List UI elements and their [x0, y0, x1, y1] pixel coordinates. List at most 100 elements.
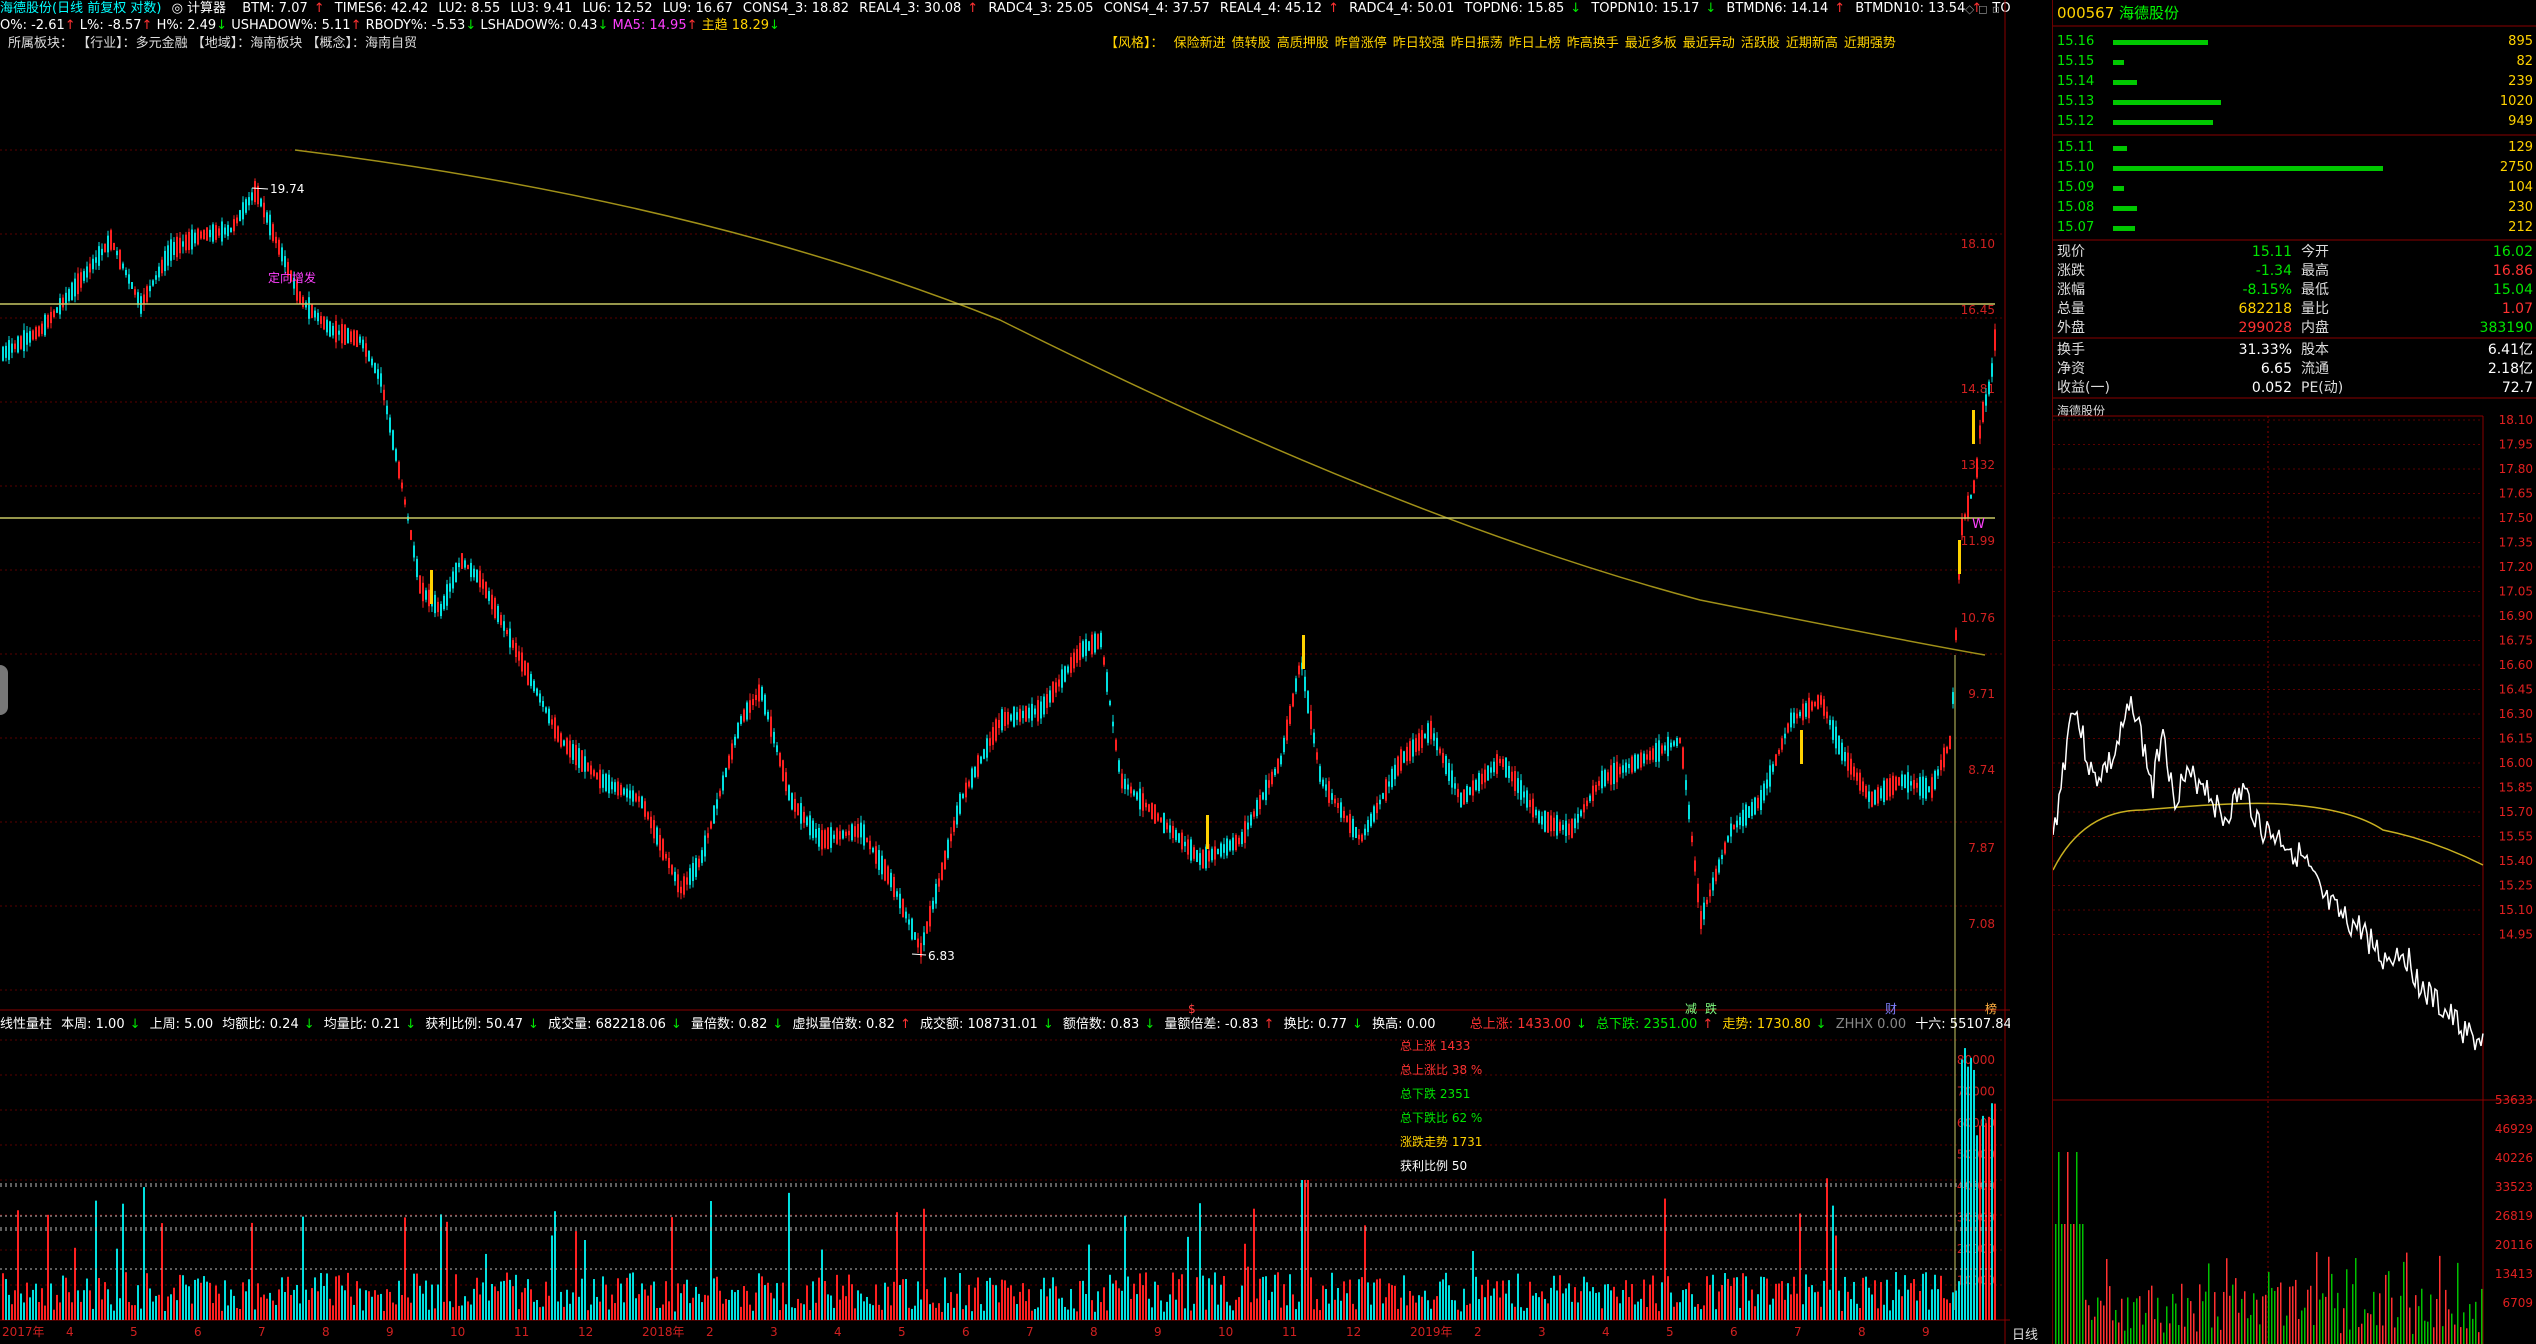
- volume-bar: [35, 1283, 37, 1320]
- candle-body: [776, 745, 778, 753]
- candle-body: [215, 225, 217, 240]
- candle-body: [1136, 792, 1138, 800]
- volume-bar: [1637, 1301, 1639, 1320]
- candle-body: [1856, 772, 1858, 781]
- volume-bar: [1106, 1310, 1108, 1320]
- candle-body: [1385, 779, 1387, 801]
- candle-body: [1787, 723, 1789, 733]
- volume-bar: [1337, 1288, 1339, 1320]
- candle-body: [1286, 719, 1288, 741]
- volume-bar: [1301, 1180, 1303, 1320]
- candle-body: [1097, 634, 1099, 649]
- candle-body: [398, 461, 400, 479]
- candle-body: [635, 793, 637, 802]
- candle-body: [149, 285, 151, 292]
- volume-bar: [1370, 1304, 1372, 1320]
- candle-body: [158, 266, 160, 278]
- x-tick: 4: [66, 1325, 74, 1339]
- candle-body: [1988, 381, 1990, 395]
- volume-bar: [983, 1310, 985, 1320]
- volume-bar: [257, 1283, 259, 1320]
- candle-body: [101, 248, 103, 256]
- candle-body: [632, 790, 634, 802]
- candle-body: [974, 766, 976, 778]
- candle-body: [716, 799, 718, 809]
- volume-bar: [773, 1298, 775, 1320]
- volume-bar: [1706, 1276, 1708, 1320]
- mini-volume-bar: [2076, 1152, 2078, 1344]
- placement-annotation: 定向增发: [268, 270, 316, 285]
- candle-body: [1043, 696, 1045, 715]
- volume-bar: [794, 1308, 796, 1320]
- volume-bar: [992, 1284, 994, 1320]
- candle-body: [335, 321, 337, 343]
- candle-body: [968, 781, 970, 787]
- candle-body: [626, 788, 628, 798]
- volume-bar: [581, 1278, 583, 1320]
- volume-bar: [593, 1279, 595, 1320]
- candle-body: [1361, 834, 1363, 842]
- volume-bar: [1469, 1303, 1471, 1320]
- volume-bar: [1619, 1303, 1621, 1320]
- x-tick: 7: [258, 1325, 266, 1339]
- mini-volume-bar: [2163, 1332, 2165, 1344]
- volume-bar: [1577, 1302, 1579, 1320]
- volume-bar: [1892, 1300, 1894, 1320]
- volume-bar: [62, 1275, 64, 1320]
- volume-bar: [341, 1285, 343, 1320]
- volume-bar: [1217, 1304, 1219, 1320]
- volume-bar: [296, 1284, 298, 1320]
- mini-volume-bar: [2409, 1307, 2411, 1344]
- volume-bar: [1505, 1293, 1507, 1320]
- mini-volume-bar: [2289, 1286, 2291, 1344]
- candle-body: [998, 719, 1000, 729]
- candle-body: [1928, 786, 1930, 793]
- candle-body: [959, 793, 961, 814]
- candle-body: [1160, 817, 1162, 823]
- main-chart-area[interactable]: 海德股份(日线 前复权 对数) ◎ 计算器 BTM: 7.07 ↑ TIMES6:…: [0, 0, 2010, 1344]
- mini-volume-bar: [2418, 1306, 2420, 1344]
- candle-body: [962, 793, 964, 799]
- volume-bar: [1499, 1297, 1501, 1320]
- candle-body: [92, 258, 94, 270]
- candle-body: [1601, 770, 1603, 789]
- candle-body: [374, 363, 376, 373]
- candle-body: [1508, 765, 1510, 779]
- volume-bar: [1064, 1306, 1066, 1320]
- volume-bar: [653, 1281, 655, 1320]
- mini-volume-bar: [2472, 1318, 2474, 1344]
- candle-body: [1835, 726, 1837, 749]
- candle-body: [1751, 802, 1753, 816]
- candle-body: [779, 753, 781, 767]
- mini-volume-bar: [2469, 1304, 2471, 1344]
- volume-bar: [1712, 1274, 1714, 1320]
- volume-bar: [1883, 1304, 1885, 1320]
- volume-bar: [251, 1222, 253, 1320]
- candle-body: [1031, 703, 1033, 721]
- candle-body: [1724, 842, 1726, 854]
- volume-bar: [1940, 1275, 1942, 1320]
- candle-body: [1253, 811, 1255, 817]
- volume-bar: [329, 1298, 331, 1320]
- volume-bar: [1547, 1303, 1549, 1320]
- indicator-arrow: ↓: [1042, 1017, 1054, 1032]
- volume-bar: [632, 1272, 634, 1320]
- candle-body: [1865, 785, 1867, 798]
- candle-body: [1214, 846, 1216, 860]
- candle-body: [1799, 711, 1801, 717]
- candle-body: [1931, 777, 1933, 798]
- candle-body: [1403, 751, 1405, 763]
- candle-body: [1391, 768, 1393, 788]
- volume-bar: [1289, 1274, 1291, 1320]
- candle-body: [368, 350, 370, 362]
- candle-body: [617, 781, 619, 796]
- volume-bar: [1874, 1280, 1876, 1320]
- candle-body: [1775, 754, 1777, 766]
- volume-bar: [1793, 1276, 1795, 1320]
- candle-body: [1409, 741, 1411, 761]
- period-tab[interactable]: 日线: [2012, 1324, 2038, 1343]
- volume-bar: [524, 1287, 526, 1320]
- candle-body: [1475, 779, 1477, 791]
- indicator-v-6: 成交量: 682218.06: [548, 1017, 666, 1032]
- candle-body: [1955, 629, 1957, 641]
